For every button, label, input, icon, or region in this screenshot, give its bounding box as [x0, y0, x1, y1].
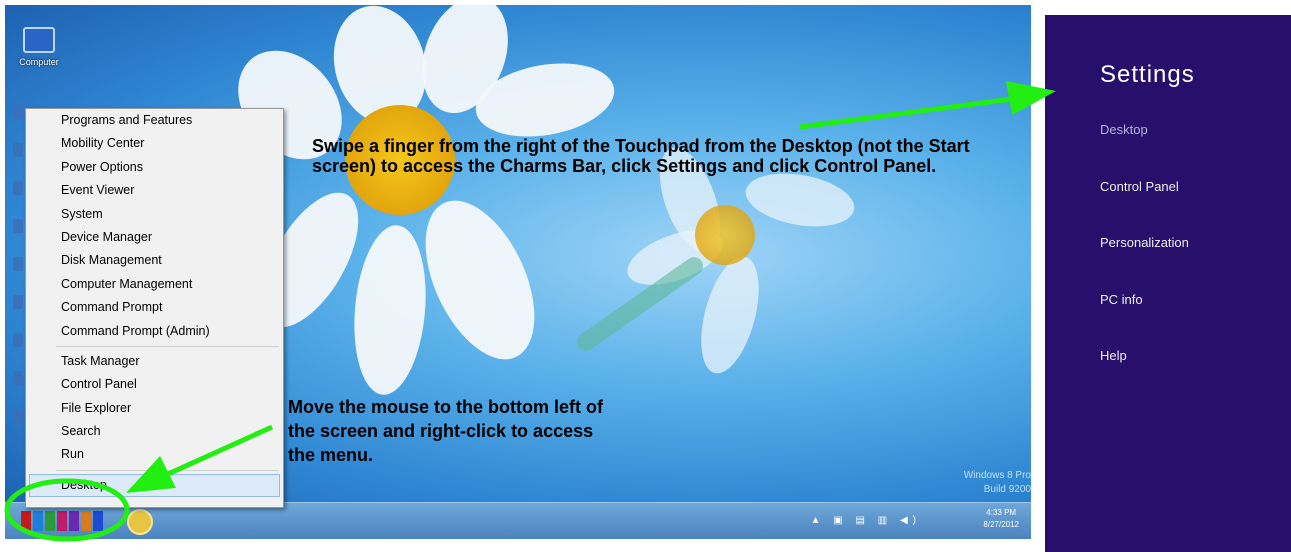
arrow-to-charms-shaft — [799, 96, 1013, 130]
annotation-overlay — [4, 81, 1056, 542]
arrow-to-start-head — [126, 456, 176, 493]
arrow-to-start-shaft — [166, 424, 274, 477]
start-corner-highlight-circle — [4, 478, 130, 542]
arrow-to-charms-head — [1006, 81, 1056, 115]
